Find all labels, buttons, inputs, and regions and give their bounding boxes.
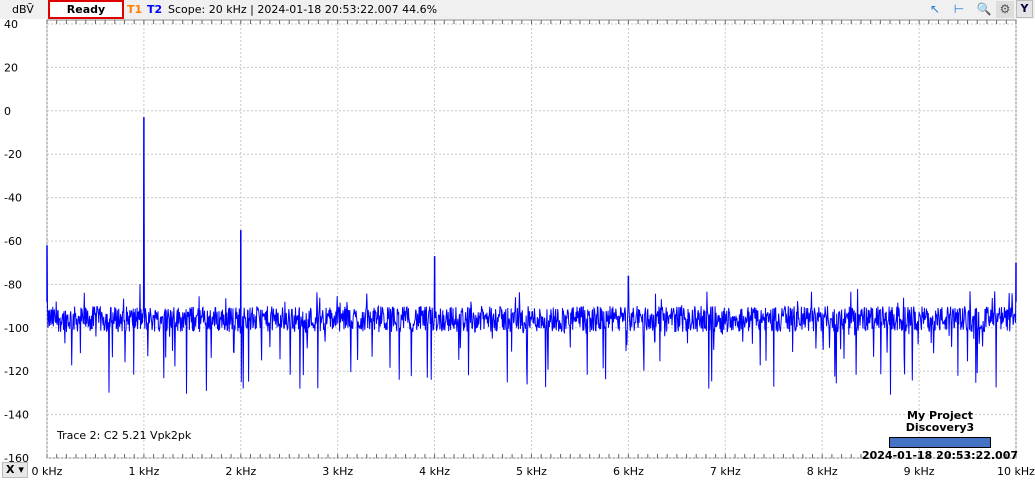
x-tick-label: 6 kHz [613,465,644,478]
y-tick-label: 40 [4,18,18,31]
device-name: Discovery3 [905,421,975,434]
chevron-down-icon: ▾ [18,463,24,476]
x-tick-label: 0 kHz [32,465,63,478]
y-tick-label: -60 [4,235,22,248]
trace-legend: Trace 2: C2 5.21 Vpk2pk [57,429,192,442]
x-tick-label: 9 kHz [904,465,935,478]
x-tick-label: 1 kHz [128,465,159,478]
y-tick-label: -80 [4,278,22,291]
project-stamp: My Project Discovery3 2024-01-18 20:53:2… [860,410,1020,462]
x-tick-label: 3 kHz [322,465,353,478]
stamp-bar [889,437,991,448]
x-tick-label: 10 kHz [997,465,1035,478]
y-tick-label: -120 [4,365,29,378]
x-tick-label: 4 kHz [419,465,450,478]
x-axis-button[interactable]: X ▾ [2,462,28,478]
x-tick-label: 2 kHz [225,465,256,478]
x-tick-label: 7 kHz [710,465,741,478]
y-tick-label: -100 [4,322,29,335]
y-tick-label: 0 [4,105,11,118]
y-tick-label: -140 [4,409,29,422]
x-axis-button-label: X [6,463,15,476]
x-tick-label: 8 kHz [807,465,838,478]
x-tick-label: 5 kHz [516,465,547,478]
y-tick-label: 20 [4,61,18,74]
y-tick-label: -20 [4,148,22,161]
stamp-timestamp: 2024-01-18 20:53:22.007 [861,449,1019,462]
y-tick-label: -40 [4,192,22,205]
spectrum-plot: 0 kHz 1 kHz 2 kHz 3 kHz 4 kHz 5 kHz 6 kHz 7 kHz… [4,18,1035,478]
